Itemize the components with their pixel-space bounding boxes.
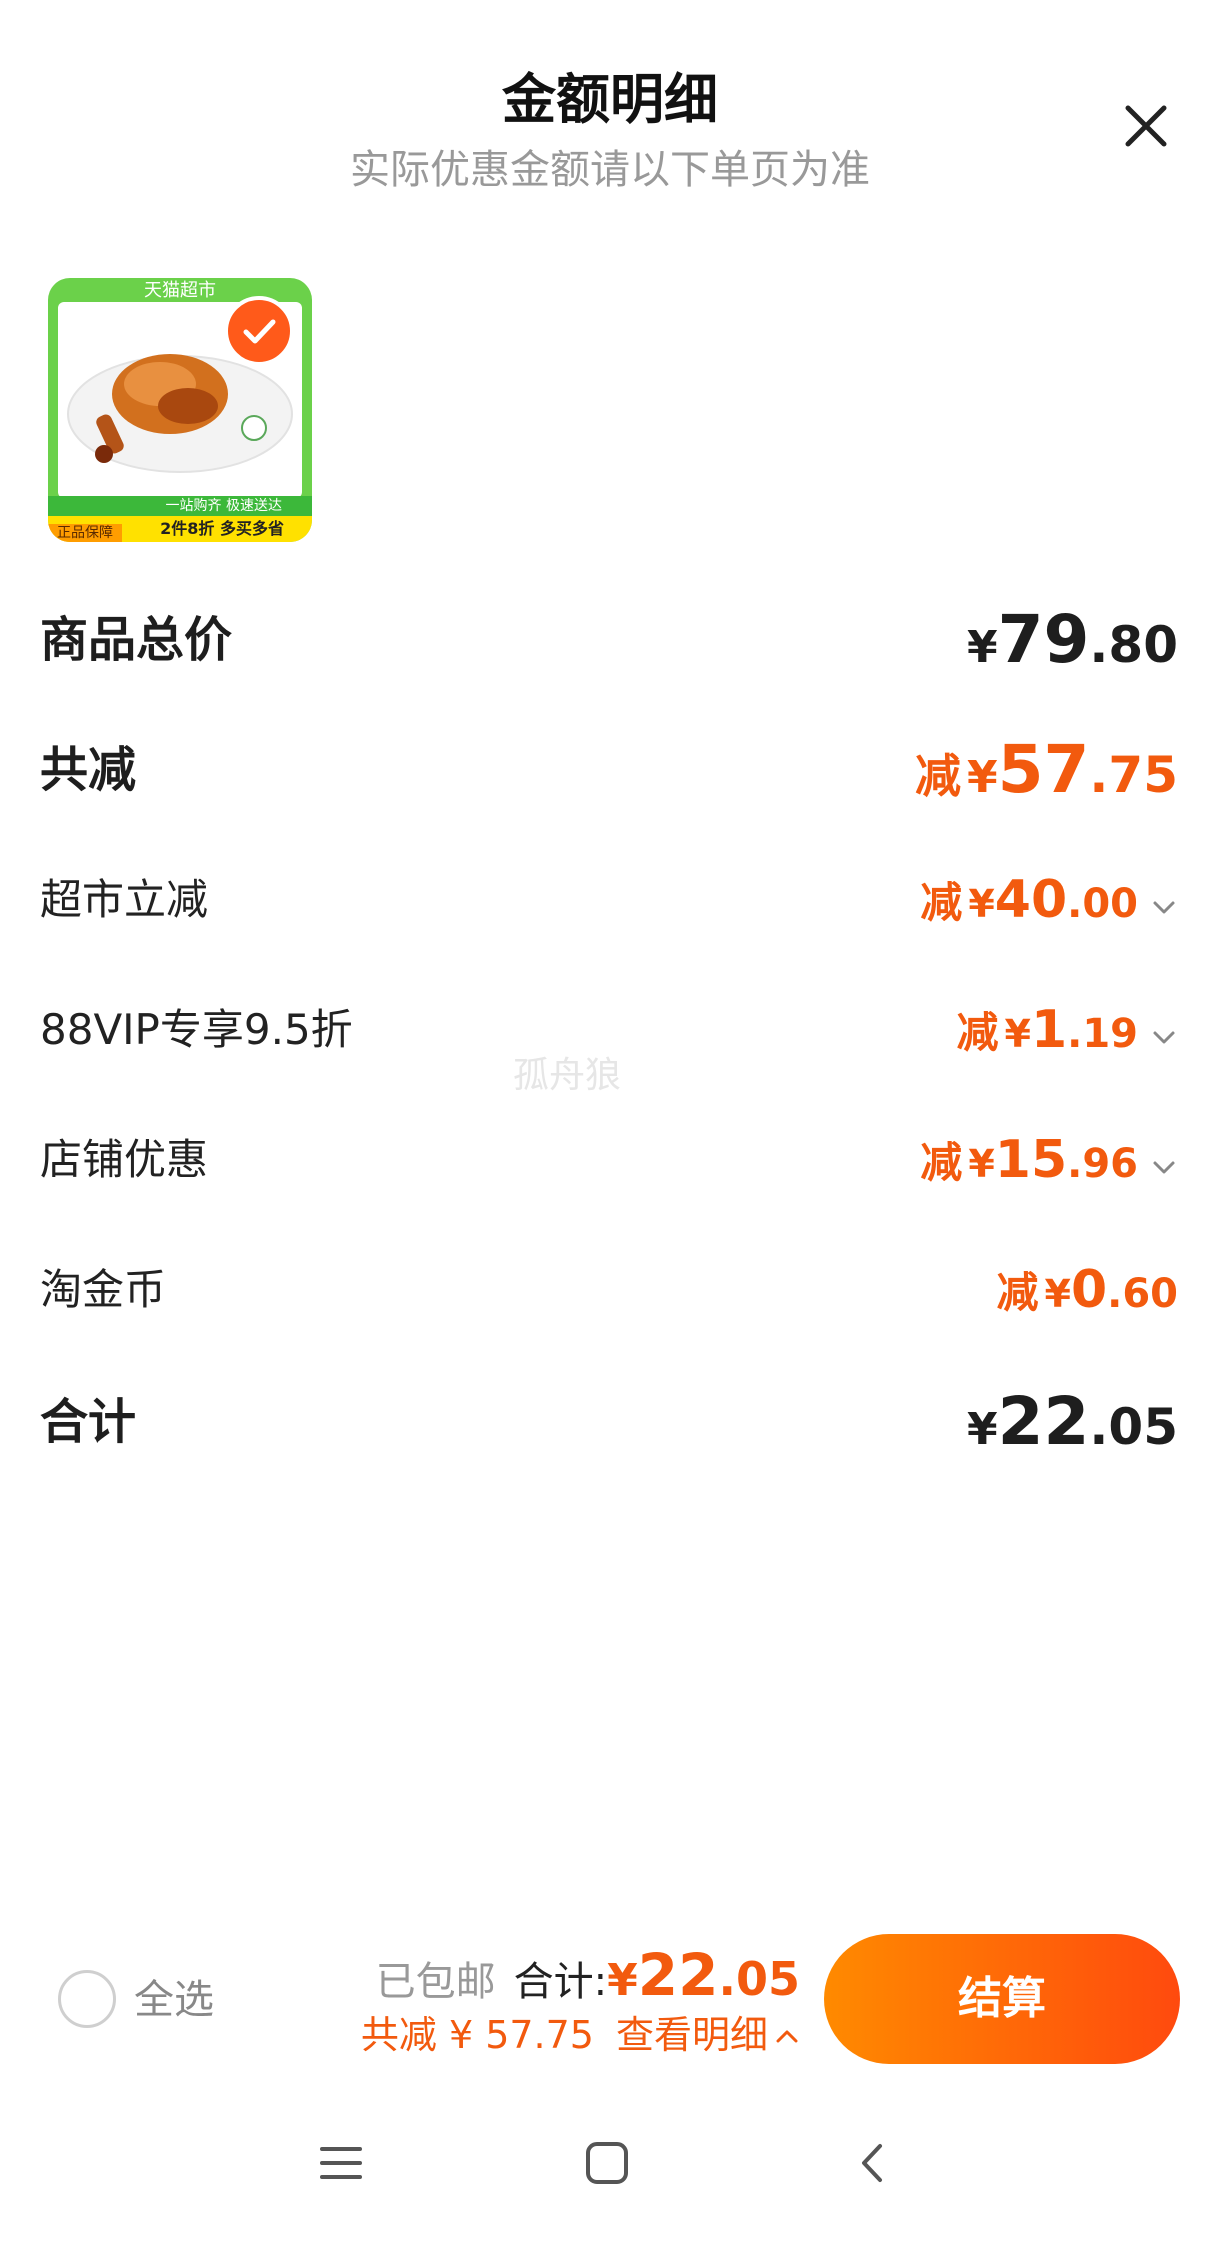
- thumb-bottom-band: 一站购齐 极速送达: [48, 496, 312, 516]
- total-discount-label: 共减: [40, 742, 137, 798]
- check-icon: [243, 319, 276, 344]
- bottom-total-label: 合计:: [513, 1959, 608, 2005]
- discount-prefix: 减: [920, 878, 963, 927]
- discount-prefix: 减: [956, 1008, 999, 1057]
- bottom-discount-line[interactable]: 共减 ¥ 57.75 查看明细: [361, 2010, 800, 2060]
- discount-label: 88VIP专享9.5折: [40, 1005, 353, 1054]
- total-discount-row: 共减 减 ¥57.75: [40, 730, 1178, 810]
- amount-decimal: .80: [1089, 616, 1178, 674]
- total-discount-amount: 减 ¥57.75: [915, 730, 1178, 827]
- thumb-authentic-badge: 正品保障: [48, 524, 122, 542]
- select-all-radio[interactable]: [58, 1970, 116, 2028]
- chevron-down-icon[interactable]: [1150, 893, 1178, 921]
- menu-icon[interactable]: [318, 2140, 364, 2190]
- currency-symbol: ¥: [966, 622, 998, 673]
- close-icon[interactable]: [1118, 98, 1174, 154]
- amount-decimal: .05: [1089, 1398, 1178, 1456]
- total-amount: ¥22.05: [967, 1382, 1178, 1479]
- amount-integer: 40: [994, 870, 1068, 930]
- amount-integer: 22: [637, 1941, 719, 2009]
- discount-label: 超市立减: [40, 875, 209, 924]
- amount-integer: 15: [994, 1130, 1068, 1190]
- currency-symbol: ¥: [607, 1955, 638, 2006]
- amount-integer: 57: [997, 731, 1090, 808]
- chevron-down-icon[interactable]: [1150, 1023, 1178, 1051]
- amount-decimal: .00: [1067, 881, 1138, 927]
- product-selected-check[interactable]: [224, 296, 294, 366]
- currency-symbol: ¥: [968, 1142, 995, 1186]
- currency-symbol: ¥: [966, 752, 998, 803]
- discount-label: 店铺优惠: [40, 1135, 209, 1184]
- bottom-discount-text: 共减 ¥ 57.75: [360, 2013, 594, 2057]
- currency-symbol: ¥: [1004, 1012, 1031, 1056]
- amount-decimal: .19: [1067, 1011, 1138, 1057]
- amount-integer: 79: [997, 601, 1090, 678]
- watermark: 孤舟狼: [513, 1055, 622, 1096]
- page-title: 金额明细: [502, 68, 718, 131]
- amount-integer: 0: [1070, 1260, 1108, 1320]
- free-shipping-label: 已包邮: [375, 1959, 496, 2005]
- amount-detail-sheet: 金额明细 实际优惠金额请以下单页为准 天猫超市 一站购齐 极速送达 2件8折 多…: [0, 0, 1220, 2245]
- page-subtitle: 实际优惠金额请以下单页为准: [350, 147, 870, 193]
- discount-row-taojinbi: 淘金币 减 ¥0.60: [40, 1250, 1178, 1330]
- discount-amount: 减 ¥0.60: [996, 1250, 1178, 1342]
- discount-amount[interactable]: 减 ¥15.96: [920, 1120, 1178, 1212]
- discount-prefix: 减: [996, 1268, 1039, 1317]
- amount-integer: 22: [997, 1383, 1090, 1460]
- subtotal-row: 商品总价 ¥79.80: [40, 600, 1178, 680]
- select-all-label[interactable]: 全选: [134, 1972, 214, 2028]
- view-details-link[interactable]: 查看明细: [616, 2013, 768, 2057]
- currency-symbol: ¥: [968, 882, 995, 926]
- currency-symbol: ¥: [966, 1404, 998, 1455]
- home-icon[interactable]: [584, 2140, 630, 2190]
- chevron-down-icon[interactable]: [1150, 1153, 1178, 1181]
- total-row: 合计 ¥22.05: [40, 1382, 1178, 1462]
- chevron-up-icon[interactable]: [774, 2024, 800, 2050]
- amount-decimal: .60: [1107, 1271, 1178, 1317]
- bottom-total-amount: ¥22.05: [607, 1941, 800, 2009]
- discount-row-supermarket[interactable]: 超市立减 减 ¥40.00: [40, 860, 1178, 940]
- back-icon[interactable]: [850, 2140, 896, 2190]
- amount-decimal: .75: [1089, 746, 1178, 804]
- product-thumbnail[interactable]: 天猫超市 一站购齐 极速送达 2件8折 多买多省 正品保障: [48, 278, 312, 542]
- discount-amount[interactable]: 减 ¥1.19: [956, 990, 1178, 1082]
- subtotal-label: 商品总价: [40, 612, 233, 668]
- discount-prefix: 减: [920, 1138, 963, 1187]
- total-label: 合计: [40, 1394, 137, 1450]
- amount-decimal: .96: [1067, 1141, 1138, 1187]
- discount-amount[interactable]: 减 ¥40.00: [920, 860, 1178, 952]
- subtotal-amount: ¥79.80: [967, 600, 1178, 697]
- discount-prefix: 减: [914, 749, 961, 803]
- amount-decimal: .05: [718, 1952, 801, 2006]
- discount-row-store[interactable]: 店铺优惠 减 ¥15.96: [40, 1120, 1178, 1200]
- discount-label: 淘金币: [40, 1265, 167, 1314]
- currency-symbol: ¥: [1044, 1272, 1071, 1316]
- amount-integer: 1: [1030, 1000, 1068, 1060]
- checkout-button[interactable]: 结算: [824, 1934, 1180, 2064]
